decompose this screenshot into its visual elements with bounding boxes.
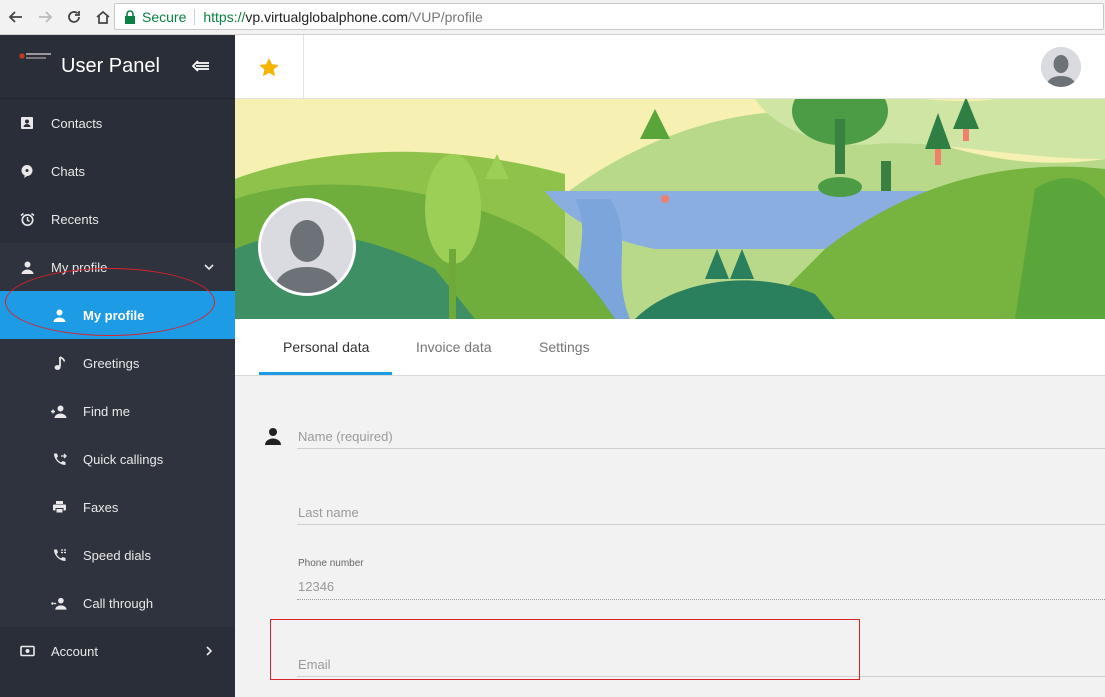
person-icon xyxy=(19,259,35,275)
secure-label: Secure xyxy=(142,8,187,25)
phone-number-field: Phone number 12346 xyxy=(297,556,1105,601)
arrow-right-icon xyxy=(39,11,53,23)
arrow-left-icon xyxy=(8,11,22,23)
sidebar-item-recents[interactable]: Recents xyxy=(0,195,235,243)
email-input-placeholder: Email xyxy=(298,657,331,672)
printer-icon xyxy=(51,499,67,515)
active-tab-indicator xyxy=(259,372,392,375)
sidebar-subitem-greetings[interactable]: Greetings xyxy=(0,339,235,387)
input-underline xyxy=(297,524,1105,525)
brand-logo xyxy=(19,53,51,59)
user-silhouette-icon xyxy=(1041,47,1081,87)
person-icon xyxy=(51,307,67,323)
sidebar-nav: Contacts Chats Recents My profile My pro… xyxy=(0,99,235,675)
last-name-input-placeholder: Last name xyxy=(298,505,359,520)
sidebar-subitem-call-through[interactable]: Call through xyxy=(0,579,235,627)
tab-settings[interactable]: Settings xyxy=(539,339,590,355)
name-input-placeholder: Name (required) xyxy=(298,429,393,444)
sidebar-subitem-speed-dials[interactable]: Speed dials xyxy=(0,531,235,579)
music-note-icon xyxy=(51,355,67,371)
sidebar-item-my-profile-group[interactable]: My profile xyxy=(0,243,235,291)
reload-icon xyxy=(68,11,80,23)
sidebar-item-label: Account xyxy=(51,643,98,659)
reload-button[interactable] xyxy=(61,4,87,30)
sidebar-item-label: Contacts xyxy=(51,115,103,131)
name-field[interactable]: Name (required) xyxy=(297,426,1105,450)
sidebar-item-chats[interactable]: Chats xyxy=(0,147,235,195)
sidebar-item-label: My profile xyxy=(51,259,108,275)
favorites-button[interactable] xyxy=(235,35,304,99)
sidebar-subitem-my-profile[interactable]: My profile xyxy=(0,291,235,339)
phone-number-value: 12346 xyxy=(298,579,335,594)
email-field[interactable]: Email xyxy=(297,654,1105,678)
url-scheme: https:// xyxy=(203,8,246,25)
alarm-clock-icon xyxy=(19,211,35,227)
sidebar-item-label: Chats xyxy=(51,163,85,179)
call-through-icon xyxy=(51,595,67,611)
find-person-icon xyxy=(51,403,67,419)
back-button[interactable] xyxy=(3,4,29,30)
url-host: vp.virtualglobalphone.com xyxy=(245,8,409,25)
collapse-menu-icon[interactable] xyxy=(192,58,210,74)
sidebar-item-label: Find me xyxy=(83,403,130,419)
sidebar-item-contacts[interactable]: Contacts xyxy=(0,99,235,147)
star-icon xyxy=(259,57,279,76)
profile-tabs: Personal data Invoice data Settings xyxy=(235,319,1105,376)
sidebar-subitem-find-me[interactable]: Find me xyxy=(0,387,235,435)
sidebar-item-label: Greetings xyxy=(83,355,140,371)
user-avatar[interactable] xyxy=(1041,47,1081,87)
forward-button[interactable] xyxy=(32,4,58,30)
address-bar[interactable]: Secure https:// vp.virtualglobalphone.co… xyxy=(114,3,1104,30)
sidebar: User Panel Contacts Chats Recents My pro… xyxy=(0,35,235,697)
sidebar-brand: User Panel xyxy=(0,35,235,99)
landscape-illustration xyxy=(235,99,1105,319)
browser-toolbar: Secure https:// vp.virtualglobalphone.co… xyxy=(0,0,1105,35)
account-icon xyxy=(19,643,35,659)
tab-invoice-data[interactable]: Invoice data xyxy=(416,339,492,355)
sidebar-item-label: Call through xyxy=(83,595,154,611)
phone-forward-icon xyxy=(51,451,67,467)
personal-data-form: Name (required) Last name Phone number 1… xyxy=(235,376,1105,697)
contacts-icon xyxy=(19,115,35,131)
person-icon xyxy=(265,428,281,445)
address-separator xyxy=(194,8,196,25)
home-button[interactable] xyxy=(90,4,116,30)
input-underline xyxy=(297,448,1105,449)
chat-icon xyxy=(19,163,35,179)
sidebar-item-account[interactable]: Account xyxy=(0,627,235,675)
phone-number-label: Phone number xyxy=(298,558,364,569)
sidebar-item-label: Faxes xyxy=(83,499,119,515)
tab-personal-data[interactable]: Personal data xyxy=(283,339,369,355)
input-underline xyxy=(297,676,1105,677)
profile-banner xyxy=(235,99,1105,319)
sidebar-subitem-faxes[interactable]: Faxes xyxy=(0,483,235,531)
sidebar-item-label: My profile xyxy=(83,307,145,323)
user-silhouette-icon xyxy=(261,201,353,293)
url-path: /VUP/profile xyxy=(408,8,483,25)
sidebar-subitem-quick-callings[interactable]: Quick callings xyxy=(0,435,235,483)
home-icon xyxy=(96,10,110,24)
phone-list-icon xyxy=(51,547,67,563)
chevron-down-icon xyxy=(204,264,214,271)
last-name-field[interactable]: Last name xyxy=(297,502,1105,526)
sidebar-item-label: Quick callings xyxy=(83,451,164,467)
sidebar-item-label: Recents xyxy=(51,211,99,227)
panel-title: User Panel xyxy=(61,55,160,77)
chevron-right-icon xyxy=(206,646,213,656)
sidebar-item-label: Speed dials xyxy=(83,547,151,563)
lock-icon xyxy=(125,9,135,24)
profile-avatar[interactable] xyxy=(258,198,356,296)
readonly-underline xyxy=(297,599,1105,600)
top-header xyxy=(235,35,1105,99)
